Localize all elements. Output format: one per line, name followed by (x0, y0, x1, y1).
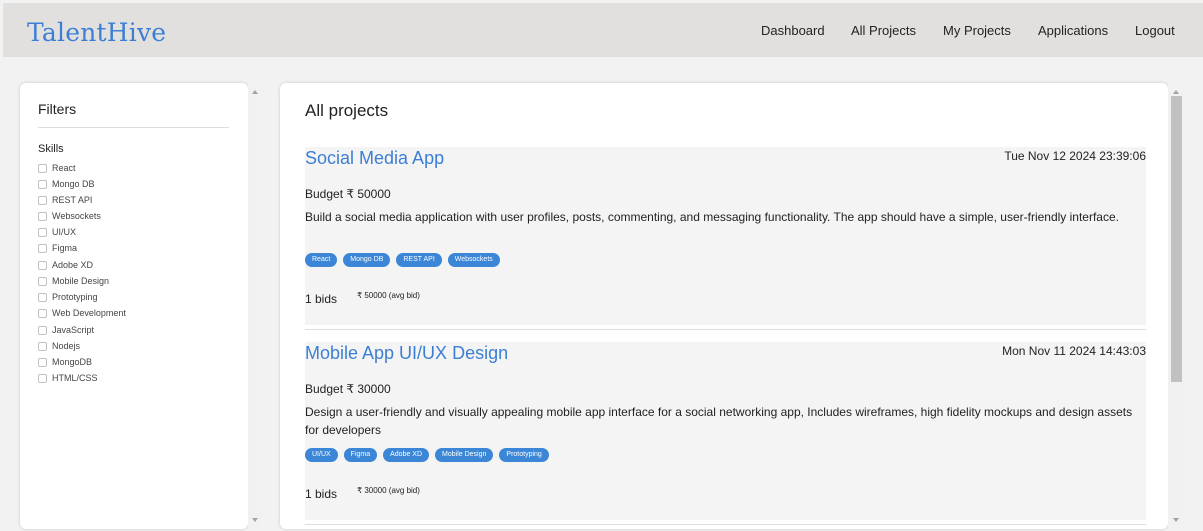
project-card: Social Media App Tue Nov 12 2024 23:39:0… (305, 147, 1146, 325)
skill-label: Mongo DB (52, 179, 95, 189)
checkbox[interactable] (38, 357, 47, 367)
skill-tag: Websockets (447, 253, 500, 267)
skill-filter-figma[interactable]: Figma (38, 241, 77, 255)
nav-applications[interactable]: Applications (1038, 23, 1108, 38)
project-date: Mon Nov 11 2024 14:43:03 (1002, 344, 1146, 358)
skill-filter-adobe-xd[interactable]: Adobe XD (38, 258, 93, 272)
skill-label: Web Development (52, 308, 126, 318)
skill-filter-javascript[interactable]: JavaScript (38, 323, 94, 337)
skill-label: MongoDB (52, 357, 93, 367)
skill-label: UI/UX (52, 227, 77, 237)
skill-tag: Prototyping (499, 448, 549, 462)
checkbox[interactable] (38, 308, 47, 318)
checkbox[interactable] (38, 163, 47, 173)
bid-count: 1 bids (305, 292, 338, 306)
scroll-up-arrow-icon[interactable] (1173, 90, 1179, 94)
skill-label: Websockets (52, 211, 101, 221)
skill-filter-websockets[interactable]: Websockets (38, 209, 101, 223)
skill-tag: Mobile Design (435, 448, 494, 462)
scrollbar-thumb[interactable] (1171, 96, 1182, 382)
skill-tag: Mongo DB (343, 253, 391, 267)
scroll-down-arrow-icon[interactable] (1173, 518, 1179, 522)
sidebar-scrollbar[interactable] (248, 83, 262, 529)
skill-tag: Adobe XD (383, 448, 430, 462)
project-tags: UI/UX Figma Adobe XD Mobile Design Proto… (305, 448, 549, 462)
skill-label: Mobile Design (52, 276, 110, 286)
project-description: Design a user-friendly and visually appe… (305, 405, 1133, 437)
project-budget: Budget ₹ 30000 (305, 382, 391, 396)
project-title[interactable]: Social Media App (305, 148, 444, 169)
bid-count: 1 bids (305, 487, 338, 501)
skill-label: Nodejs (52, 341, 81, 351)
avg-bid: ₹ 30000 (avg bid) (357, 486, 420, 495)
scroll-down-arrow-icon[interactable] (252, 518, 258, 522)
checkbox[interactable] (38, 260, 47, 270)
project-card: Mobile App UI/UX Design Mon Nov 11 2024 … (305, 342, 1146, 520)
checkbox[interactable] (38, 227, 47, 237)
skill-filter-react[interactable]: React (38, 161, 76, 175)
skill-label: HTML/CSS (52, 373, 98, 383)
skill-label: JavaScript (52, 325, 95, 335)
filters-title: Filters (38, 101, 77, 117)
skill-filter-rest-api[interactable]: REST API (38, 193, 92, 207)
project-budget: Budget ₹ 50000 (305, 187, 391, 201)
scroll-up-arrow-icon[interactable] (252, 90, 258, 94)
skill-tag: REST API (396, 253, 442, 267)
skill-label: REST API (52, 195, 93, 205)
brand-logo[interactable]: TalentHive (27, 18, 166, 47)
skill-tag: React (305, 253, 338, 267)
avg-bid: ₹ 50000 (avg bid) (357, 291, 420, 300)
main-scrollbar[interactable] (1168, 83, 1185, 529)
skill-filter-nodejs[interactable]: Nodejs (38, 339, 80, 353)
nav-all-projects[interactable]: All Projects (851, 23, 916, 38)
projects-panel: All projects Social Media App Tue Nov 12… (280, 83, 1168, 529)
skills-label: Skills (38, 143, 64, 155)
skill-label: React (52, 163, 76, 173)
checkbox[interactable] (38, 211, 47, 221)
skill-label: Adobe XD (52, 260, 94, 270)
checkbox[interactable] (38, 341, 47, 351)
skill-label: Prototyping (52, 292, 98, 302)
card-divider (305, 524, 1146, 525)
skill-tag: UI/UX (305, 448, 338, 462)
project-tags: React Mongo DB REST API Websockets (305, 253, 500, 267)
skill-filter-web-development[interactable]: Web Development (38, 306, 126, 320)
card-divider (305, 329, 1146, 330)
checkbox[interactable] (38, 243, 47, 253)
skill-tag: Figma (343, 448, 378, 462)
nav-dashboard[interactable]: Dashboard (761, 23, 825, 38)
skill-filter-mongo-db[interactable]: Mongo DB (38, 177, 95, 191)
skill-label: Figma (52, 243, 78, 253)
filters-sidebar: Filters Skills React Mongo DB REST API W… (20, 83, 248, 529)
nav-logout[interactable]: Logout (1135, 23, 1175, 38)
skill-filter-mobile-design[interactable]: Mobile Design (38, 274, 109, 288)
checkbox[interactable] (38, 276, 47, 286)
project-title[interactable]: Mobile App UI/UX Design (305, 343, 508, 364)
navbar: TalentHive Dashboard All Projects My Pro… (3, 3, 1203, 57)
project-date: Tue Nov 12 2024 23:39:06 (1004, 149, 1146, 163)
page-title: All projects (305, 101, 389, 120)
checkbox[interactable] (38, 292, 47, 302)
checkbox[interactable] (38, 195, 47, 205)
nav-my-projects[interactable]: My Projects (943, 23, 1011, 38)
filters-divider (38, 127, 229, 128)
skill-filter-mongodb[interactable]: MongoDB (38, 355, 92, 369)
project-description: Build a social media application with us… (305, 210, 1119, 224)
skill-filter-html-css[interactable]: HTML/CSS (38, 371, 98, 385)
checkbox[interactable] (38, 373, 47, 383)
skill-filter-prototyping[interactable]: Prototyping (38, 290, 98, 304)
skill-filter-ui-ux[interactable]: UI/UX (38, 225, 76, 239)
checkbox[interactable] (38, 325, 47, 335)
checkbox[interactable] (38, 179, 47, 189)
